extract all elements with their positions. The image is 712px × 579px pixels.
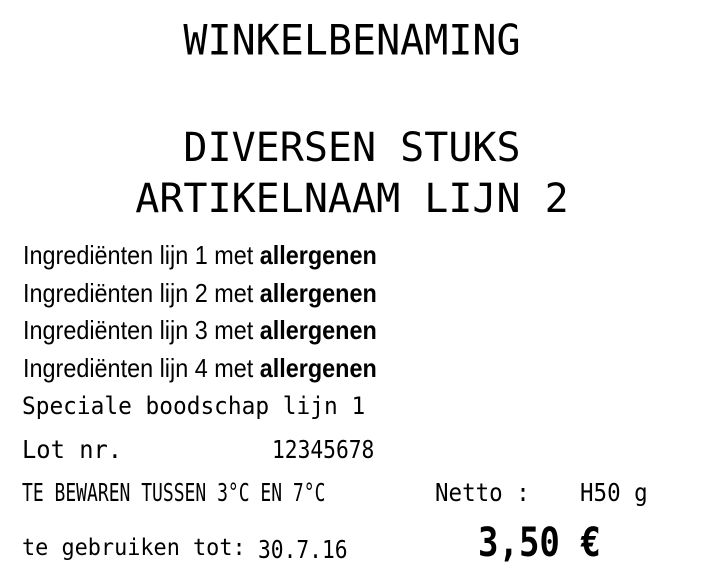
product-label: WINKELBENAMING DIVERSEN STUKS ARTIKELNAA… — [0, 0, 712, 579]
ingredients-text: Ingrediënten lijn 3 met — [23, 315, 260, 345]
ingredients-line-3: Ingrediënten lijn 3 met allergenen — [23, 315, 377, 346]
ingredients-text: Ingrediënten lijn 1 met — [23, 240, 260, 270]
storage-instructions: TE BEWAREN TUSSEN 3°C EN 7°C — [22, 478, 326, 507]
net-weight-value: H50 g — [580, 478, 648, 507]
price: 3,50 € — [478, 520, 601, 566]
ingredients-text: Ingrediënten lijn 4 met — [23, 353, 260, 383]
allergen-text: allergenen — [259, 278, 377, 308]
best-before-label: te gebruiken tot: — [22, 535, 246, 561]
lot-number-value: 12345678 — [272, 435, 375, 464]
best-before-date: 30.7.16 — [258, 535, 348, 564]
special-message: Speciale boodschap lijn 1 — [22, 392, 366, 420]
net-weight-label: Netto : — [435, 478, 530, 507]
ingredients-line-1: Ingrediënten lijn 1 met allergenen — [23, 240, 377, 271]
article-name-line-1: DIVERSEN STUKS — [183, 125, 521, 171]
lot-number-label: Lot nr. — [22, 435, 123, 464]
allergen-text: allergenen — [259, 353, 377, 383]
store-name: WINKELBENAMING — [183, 16, 521, 66]
allergen-text: allergenen — [259, 315, 377, 345]
ingredients-text: Ingrediënten lijn 2 met — [23, 278, 260, 308]
article-name-line-2: ARTIKELNAAM LIJN 2 — [135, 176, 569, 222]
ingredients-line-4: Ingrediënten lijn 4 met allergenen — [23, 353, 377, 384]
ingredients-line-2: Ingrediënten lijn 2 met allergenen — [23, 278, 377, 309]
allergen-text: allergenen — [259, 240, 377, 270]
